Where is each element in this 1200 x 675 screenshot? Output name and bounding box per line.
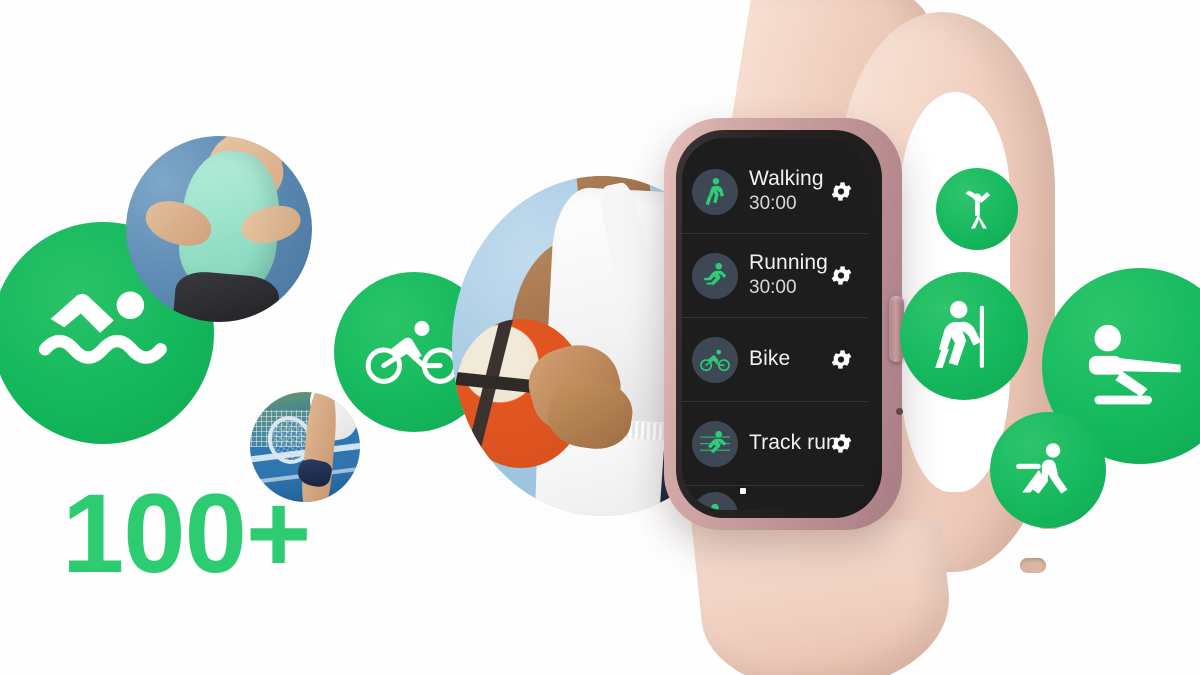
workout-duration: 30:00 — [749, 193, 797, 215]
yoga-icon — [990, 412, 1106, 528]
track-run-icon — [692, 420, 738, 467]
workout-row-bike[interactable]: Bike — [682, 318, 868, 402]
runner-photo — [126, 136, 312, 322]
bike-icon — [692, 336, 738, 383]
mouse-cursor — [740, 488, 746, 494]
walking-icon — [692, 168, 738, 215]
workout-title: Bike — [749, 347, 791, 371]
workout-duration: 30:00 — [749, 277, 797, 299]
watch-screen[interactable]: Walking 30:00 Running 30:00 Bike Track r… — [682, 138, 868, 510]
workout-title: Running — [749, 251, 828, 275]
workout-row-next-partial[interactable] — [682, 486, 868, 510]
workout-row-running[interactable]: Running 30:00 — [682, 234, 868, 318]
golf-icon — [936, 168, 1018, 250]
page-title: 100+ — [62, 471, 311, 596]
gear-icon[interactable] — [828, 263, 854, 288]
watch-band-bottom — [691, 520, 959, 675]
workout-title: Walking — [749, 167, 824, 191]
workout-row-walking[interactable]: Walking 30:00 — [682, 150, 868, 234]
gear-icon[interactable] — [828, 347, 854, 372]
running-icon — [692, 252, 738, 299]
promo-hero-stage: Walking 30:00 Running 30:00 Bike Track r… — [0, 0, 1200, 675]
workout-icon-partial — [692, 492, 738, 510]
gear-icon[interactable] — [828, 431, 854, 456]
workout-row-track-run[interactable]: Track run — [682, 402, 868, 486]
watch-microphone-hole — [896, 408, 903, 415]
hiking-icon — [900, 272, 1028, 400]
workout-title: Track run — [749, 431, 838, 455]
gear-icon[interactable] — [828, 179, 854, 204]
